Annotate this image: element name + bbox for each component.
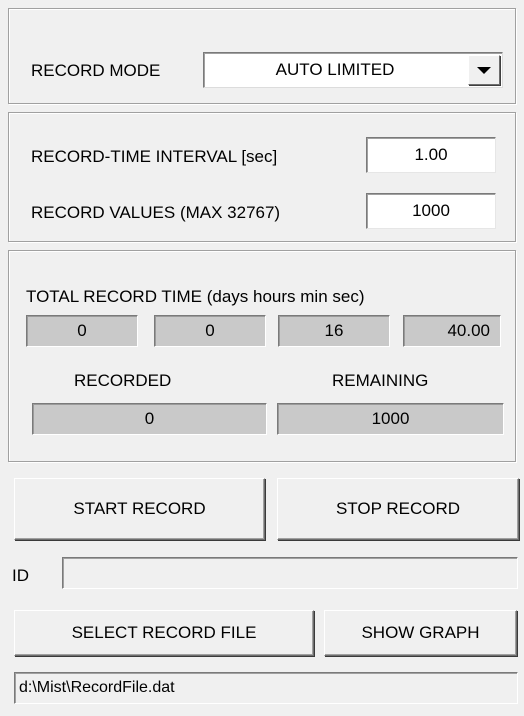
record-file-path: d:\Mist\RecordFile.dat: [14, 672, 518, 704]
record-mode-label: RECORD MODE: [31, 61, 161, 80]
total-days-display: 0: [26, 315, 138, 347]
total-hours-display: 0: [154, 315, 266, 347]
record-mode-dropdown[interactable]: AUTO LIMITED: [203, 52, 503, 88]
record-mode-group: RECORD MODE AUTO LIMITED: [8, 8, 516, 104]
recorded-display: 0: [32, 403, 267, 435]
record-settings-group: RECORD-TIME INTERVAL [sec] 1.00 RECORD V…: [8, 112, 516, 242]
stop-record-button[interactable]: STOP RECORD: [277, 478, 519, 540]
select-record-file-button[interactable]: SELECT RECORD FILE: [14, 610, 314, 656]
record-mode-value: AUTO LIMITED: [275, 60, 395, 79]
remaining-label: REMAINING: [332, 371, 429, 390]
show-graph-button[interactable]: SHOW GRAPH: [324, 610, 517, 656]
chevron-down-icon: [477, 66, 491, 74]
values-label: RECORD VALUES (MAX 32767): [31, 203, 281, 222]
interval-input[interactable]: 1.00: [366, 137, 496, 173]
id-field[interactable]: [62, 557, 518, 589]
total-time-label: TOTAL RECORD TIME (days hours min sec): [26, 287, 365, 306]
remaining-display: 1000: [277, 403, 504, 435]
interval-label: RECORD-TIME INTERVAL [sec]: [31, 147, 278, 166]
recorded-label: RECORDED: [74, 371, 172, 390]
total-min-display: 16: [278, 315, 390, 347]
total-sec-display: 40.00: [403, 315, 501, 347]
id-label: ID: [12, 566, 29, 585]
dropdown-button[interactable]: [468, 55, 500, 85]
record-status-group: TOTAL RECORD TIME (days hours min sec) 0…: [8, 250, 516, 462]
start-record-button[interactable]: START RECORD: [14, 478, 265, 540]
values-input[interactable]: 1000: [366, 193, 496, 229]
